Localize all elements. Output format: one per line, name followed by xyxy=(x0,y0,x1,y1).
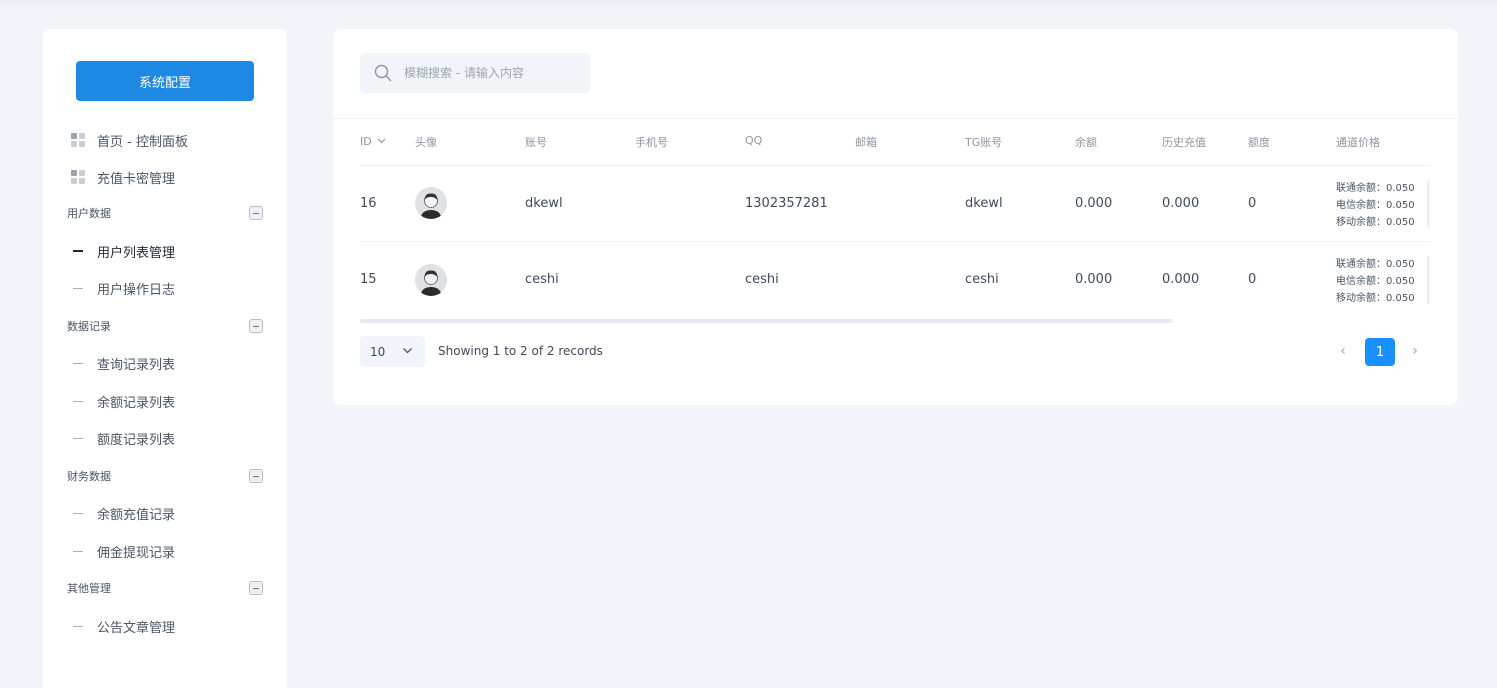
column-header-qq: QQ xyxy=(745,134,763,147)
section-title: 财务数据 xyxy=(67,470,111,483)
collapse-icon[interactable] xyxy=(249,206,263,220)
avatar[interactable] xyxy=(415,264,447,296)
column-header-balance: 余额 xyxy=(1075,136,1097,149)
section-title: 其他管理 xyxy=(67,582,111,595)
cell-account: ceshi xyxy=(525,272,559,287)
sidebar-section-user-data[interactable]: 用户数据 xyxy=(67,203,263,223)
sidebar-item-label: 查询记录列表 xyxy=(97,357,176,373)
cell-account: dkewl xyxy=(525,196,563,211)
cell-balance: 0.000 xyxy=(1075,272,1113,287)
cell-quota: 0 xyxy=(1248,196,1257,211)
cell-price: 联通余额：0.050 电信余额：0.050 移动余额：0.050 xyxy=(1336,180,1415,231)
cell-history: 0.000 xyxy=(1162,272,1200,287)
user-list-card: ID 头像 账号 手机号 QQ 邮箱 TG账号 余额 历史充值 额度 通道价格 … xyxy=(333,29,1458,405)
dash-icon xyxy=(73,550,83,552)
next-page-button[interactable]: › xyxy=(1407,342,1423,360)
sidebar-item-label: 充值卡密管理 xyxy=(97,171,176,187)
sidebar-item-withdraw-records[interactable]: 佣金提现记录 xyxy=(73,541,175,561)
records-summary: Showing 1 to 2 of 2 records xyxy=(438,344,603,358)
page-button-current[interactable]: 1 xyxy=(1365,338,1395,366)
section-title: 用户数据 xyxy=(67,207,111,220)
search-icon xyxy=(374,64,392,82)
sidebar-item-label: 额度记录列表 xyxy=(97,432,176,448)
chevron-down-icon xyxy=(402,345,413,359)
row-divider xyxy=(360,165,1431,166)
cell-id: 16 xyxy=(360,196,377,211)
dash-icon xyxy=(73,625,83,627)
sidebar-item-user-list[interactable]: 用户列表管理 xyxy=(73,241,175,261)
cell-scrollbar[interactable] xyxy=(1427,256,1430,304)
sidebar-item-recharge-records[interactable]: 余额充值记录 xyxy=(73,503,175,523)
header-label: ID xyxy=(360,134,372,148)
column-header-tg: TG账号 xyxy=(965,136,1003,149)
price-mobile: 移动余额：0.050 xyxy=(1336,217,1415,228)
column-header-price: 通道价格 xyxy=(1336,136,1380,149)
top-shadow xyxy=(0,0,1497,6)
column-header-email: 邮箱 xyxy=(855,136,877,149)
sidebar-item-user-logs[interactable]: 用户操作日志 xyxy=(73,278,175,298)
cell-quota: 0 xyxy=(1248,272,1257,287)
sort-chevron-down-icon xyxy=(377,138,386,144)
page-size-value: 10 xyxy=(370,344,386,359)
cell-qq: 1302357281 xyxy=(745,196,828,211)
price-unicom: 联通余额：0.050 xyxy=(1336,183,1415,194)
dash-icon xyxy=(73,362,83,364)
price-mobile: 移动余额：0.050 xyxy=(1336,293,1415,304)
sidebar-section-data-records[interactable]: 数据记录 xyxy=(67,316,263,336)
dash-icon xyxy=(73,400,83,402)
column-header-id[interactable]: ID xyxy=(360,134,386,148)
sidebar-item-label: 用户操作日志 xyxy=(97,282,176,298)
card-grid-icon xyxy=(71,170,85,184)
dash-icon xyxy=(73,250,83,252)
sidebar-section-other[interactable]: 其他管理 xyxy=(67,578,263,598)
sidebar-item-label: 公告文章管理 xyxy=(97,620,176,636)
column-header-account: 账号 xyxy=(525,136,547,149)
cell-id: 15 xyxy=(360,272,377,287)
price-telecom: 电信余额：0.050 xyxy=(1336,200,1415,211)
sidebar-item-query-records[interactable]: 查询记录列表 xyxy=(73,353,175,373)
row-divider xyxy=(360,241,1431,242)
search-input[interactable] xyxy=(404,66,574,80)
sidebar-item-label: 佣金提现记录 xyxy=(97,545,176,561)
price-telecom: 电信余额：0.050 xyxy=(1336,276,1415,287)
column-header-avatar: 头像 xyxy=(415,136,437,149)
sidebar-item-label: 用户列表管理 xyxy=(97,245,176,261)
cell-balance: 0.000 xyxy=(1075,196,1113,211)
sidebar-section-finance[interactable]: 财务数据 xyxy=(67,466,263,486)
dashboard-grid-icon xyxy=(71,133,85,147)
cell-history: 0.000 xyxy=(1162,196,1200,211)
sidebar-item-quota-records[interactable]: 额度记录列表 xyxy=(73,428,175,448)
collapse-icon[interactable] xyxy=(249,581,263,595)
column-header-phone: 手机号 xyxy=(635,136,668,149)
cell-tg: dkewl xyxy=(965,196,1003,211)
cell-qq: ceshi xyxy=(745,272,779,287)
collapse-icon[interactable] xyxy=(249,469,263,483)
divider xyxy=(333,118,1458,119)
sidebar-item-balance-records[interactable]: 余额记录列表 xyxy=(73,391,175,411)
price-unicom: 联通余额：0.050 xyxy=(1336,259,1415,270)
sidebar-item-dashboard[interactable]: 首页 - 控制面板 xyxy=(71,130,188,150)
cell-tg: ceshi xyxy=(965,272,999,287)
system-config-button[interactable]: 系统配置 xyxy=(76,61,254,101)
dash-icon xyxy=(73,287,83,289)
collapse-icon[interactable] xyxy=(249,319,263,333)
column-header-quota: 额度 xyxy=(1248,136,1270,149)
sidebar-item-label: 余额充值记录 xyxy=(97,507,176,523)
avatar[interactable] xyxy=(415,187,447,219)
sidebar-item-card-keys[interactable]: 充值卡密管理 xyxy=(71,167,175,187)
prev-page-button[interactable]: ‹ xyxy=(1335,342,1351,360)
sidebar-item-label: 余额记录列表 xyxy=(97,395,176,411)
cell-scrollbar[interactable] xyxy=(1427,180,1430,228)
sidebar-item-label: 首页 - 控制面板 xyxy=(97,134,188,150)
dash-icon xyxy=(73,437,83,439)
sidebar: 系统配置 首页 - 控制面板 充值卡密管理 用户数据 用户列表管理 用户操作日志… xyxy=(43,29,287,688)
column-header-history: 历史充值 xyxy=(1162,136,1206,149)
dash-icon xyxy=(73,512,83,514)
page-size-select[interactable]: 10 xyxy=(360,336,425,367)
cell-price: 联通余额：0.050 电信余额：0.050 移动余额：0.050 xyxy=(1336,256,1415,307)
section-title: 数据记录 xyxy=(67,320,111,333)
sidebar-item-announcements[interactable]: 公告文章管理 xyxy=(73,616,175,636)
search-box[interactable] xyxy=(360,53,590,93)
horizontal-scrollbar[interactable] xyxy=(360,319,1172,323)
